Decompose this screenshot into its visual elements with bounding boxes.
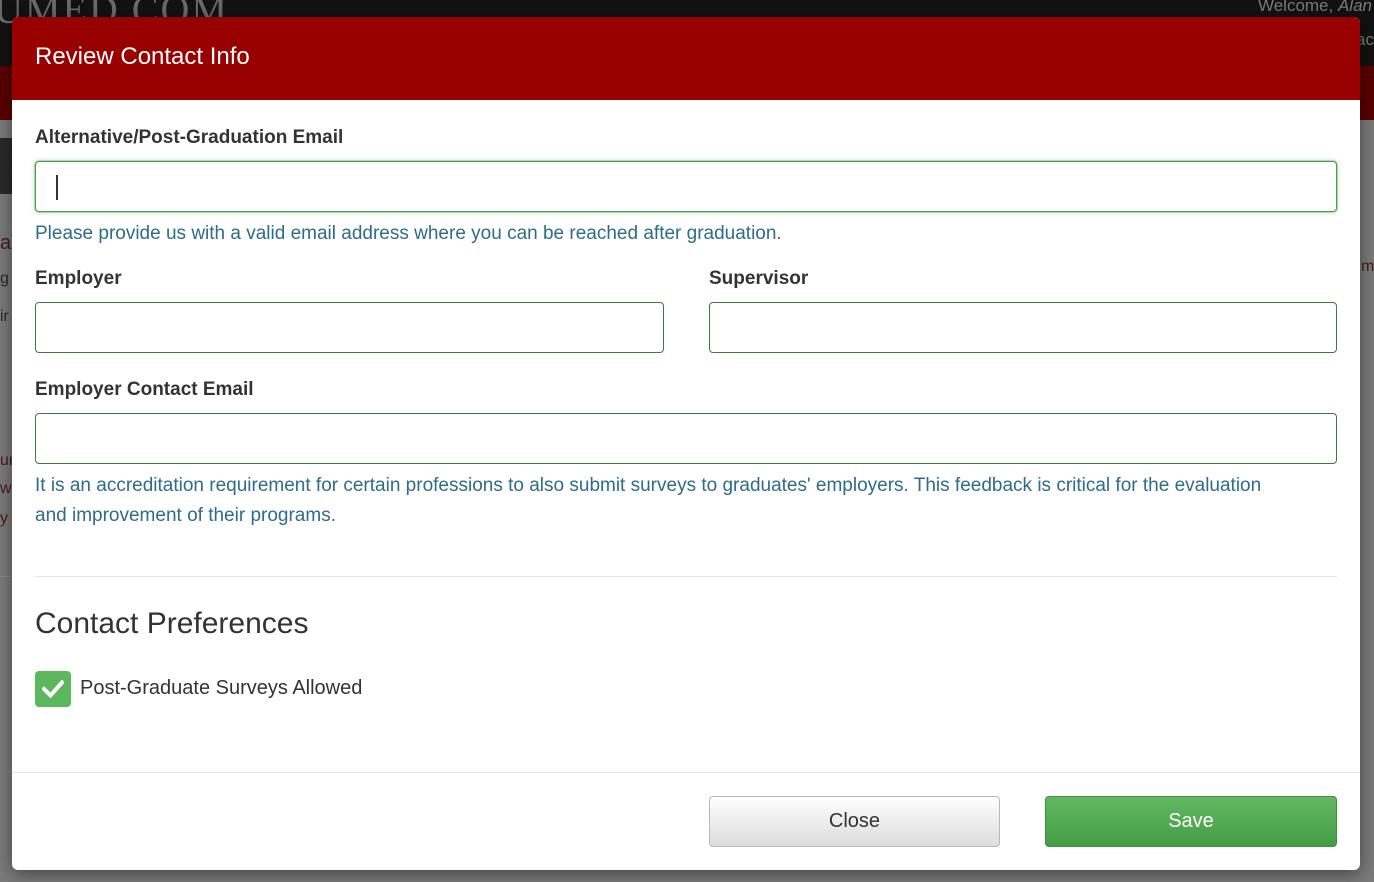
surveys-allowed-checkbox[interactable] bbox=[35, 671, 71, 707]
alt-email-label: Alternative/Post-Graduation Email bbox=[35, 127, 344, 148]
welcome-name: Alan bbox=[1337, 0, 1372, 15]
background-fragment: a bbox=[0, 232, 12, 254]
modal-title: Review Contact Info bbox=[35, 43, 250, 70]
welcome-prefix: Welcome, bbox=[1257, 0, 1334, 15]
background-fragment: g bbox=[0, 270, 9, 287]
review-contact-modal: Review Contact Info Alternative/Post-Gra… bbox=[12, 17, 1360, 870]
background-fragment: o bbox=[0, 152, 12, 174]
footer-divider bbox=[12, 772, 1360, 773]
background-fragment: w bbox=[0, 480, 12, 497]
employer-input[interactable] bbox=[35, 302, 664, 353]
background-fragment: m bbox=[1361, 258, 1374, 275]
employer-email-help-line1: It is an accreditation requirement for c… bbox=[35, 475, 1262, 496]
alt-email-help: Please provide us with a valid email add… bbox=[35, 223, 782, 244]
contact-preferences-title: Contact Preferences bbox=[35, 607, 309, 640]
background-divider bbox=[0, 576, 12, 577]
alt-email-input[interactable] bbox=[35, 161, 1337, 212]
employer-label: Employer bbox=[35, 268, 122, 289]
employer-email-input[interactable] bbox=[35, 413, 1337, 464]
supervisor-label: Supervisor bbox=[709, 268, 809, 289]
checkmark-icon bbox=[42, 679, 64, 699]
background-fragment: ir bbox=[0, 308, 9, 325]
employer-email-label: Employer Contact Email bbox=[35, 379, 254, 400]
save-button[interactable]: Save bbox=[1045, 796, 1337, 847]
employer-email-help-line2: and improvement of their programs. bbox=[35, 505, 336, 526]
close-button[interactable]: Close bbox=[709, 796, 1000, 847]
supervisor-input[interactable] bbox=[709, 302, 1337, 353]
text-caret bbox=[56, 175, 58, 200]
section-divider bbox=[35, 576, 1337, 577]
background-fragment: y bbox=[0, 510, 8, 527]
modal-header: Review Contact Info bbox=[12, 17, 1360, 100]
background-welcome: Welcome, Alan bbox=[1258, 0, 1372, 16]
surveys-allowed-label[interactable]: Post-Graduate Surveys Allowed bbox=[80, 677, 362, 700]
